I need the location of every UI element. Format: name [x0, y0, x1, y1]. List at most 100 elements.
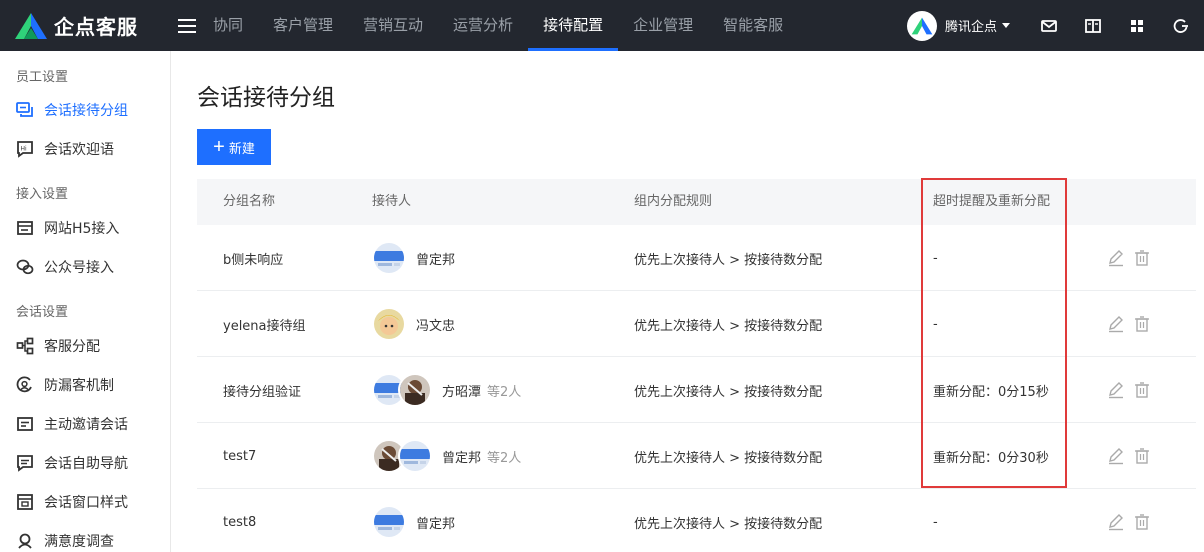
sidebar-item-label: 主动邀请会话: [44, 417, 128, 433]
top-navigation-bar: 企点客服 协同 客户管理 营销互动 运营分析 接待配置 企业管理 智能客服 腾讯…: [0, 0, 1204, 51]
table-row: test8 曾定邦 优先上次接待人 > 按接待数分配 -: [197, 489, 1196, 552]
delete-icon[interactable]: [1133, 513, 1151, 531]
sidebar-item-anti-leak[interactable]: 防漏客机制: [0, 367, 170, 403]
edit-icon[interactable]: [1107, 381, 1125, 399]
sidebar-item-label: 会话自助导航: [44, 456, 128, 472]
avatar-stack: [372, 307, 406, 341]
window-style-icon: [17, 494, 33, 510]
agent-avatar: [398, 439, 432, 473]
brand-name: 企点客服: [54, 15, 138, 39]
edit-icon[interactable]: [1107, 513, 1125, 531]
agent-more-count: 等2人: [487, 384, 522, 400]
new-group-button[interactable]: + 新建: [197, 129, 271, 165]
nav-item-customer-management[interactable]: 客户管理: [258, 0, 348, 51]
logout-icon[interactable]: [1172, 17, 1190, 35]
agent-cell: 曾定邦: [372, 489, 461, 552]
distribution-icon: [16, 337, 34, 355]
chevron-down-icon[interactable]: [1002, 23, 1010, 28]
column-header-agent: 接待人: [372, 194, 412, 209]
main-nav: 协同 客户管理 营销互动 运营分析 接待配置 企业管理 智能客服: [198, 0, 798, 51]
mail-icon[interactable]: [1040, 17, 1058, 35]
agent-avatar: [398, 373, 432, 407]
group-name: b侧未响应: [223, 252, 284, 268]
anti-leak-icon: [16, 376, 32, 393]
user-avatar[interactable]: [906, 10, 937, 41]
avatar-stack: [372, 241, 406, 275]
sidebar-item-survey[interactable]: 满意度调查: [0, 523, 170, 552]
book-icon[interactable]: [1084, 17, 1102, 35]
row-actions: [1107, 423, 1159, 489]
nav-item-marketing[interactable]: 营销互动: [348, 0, 438, 51]
chat-group-icon: [16, 102, 33, 117]
nav-item-collaboration[interactable]: 协同: [198, 0, 258, 51]
distribution-rule: 优先上次接待人 > 按接待数分配: [634, 450, 823, 466]
row-actions: [1107, 489, 1159, 552]
row-actions: [1107, 357, 1159, 423]
column-header-rule: 组内分配规则: [634, 194, 713, 209]
sidebar-item-welcome[interactable]: Hi 会话欢迎语: [0, 131, 170, 167]
sidebar-item-chat-group[interactable]: 会话接待分组: [0, 92, 170, 128]
survey-icon: [18, 533, 32, 549]
highlight-box: [921, 178, 1067, 488]
wechat-icon: [16, 259, 34, 275]
sidebar-item-self-nav[interactable]: 会话自助导航: [0, 445, 170, 481]
nav-item-smart-service[interactable]: 智能客服: [708, 0, 798, 51]
avatar-stack: [372, 373, 432, 407]
sidebar-group-staff: 员工设置: [16, 70, 69, 85]
column-header-group-name: 分组名称: [223, 194, 276, 209]
sidebar-item-label: 会话欢迎语: [44, 142, 114, 158]
sidebar-item-label: 客服分配: [44, 339, 100, 355]
agent-name: 方昭潭: [442, 384, 482, 400]
avatar-stack: [372, 505, 406, 539]
agent-cell: 冯文忠: [372, 291, 461, 357]
agent-more-count: 等2人: [487, 450, 522, 466]
delete-icon[interactable]: [1133, 315, 1151, 333]
plus-icon: +: [213, 136, 225, 158]
sidebar-item-website-h5[interactable]: 网站H5接入: [0, 210, 170, 246]
agent-avatar: [372, 241, 406, 275]
delete-icon[interactable]: [1133, 381, 1151, 399]
distribution-rule: 优先上次接待人 > 按接待数分配: [634, 318, 823, 334]
distribution-rule: 优先上次接待人 > 按接待数分配: [634, 252, 823, 268]
group-name: 接待分组验证: [223, 384, 302, 400]
group-name: yelena接待组: [223, 318, 306, 334]
svg-text:Hi: Hi: [21, 146, 28, 153]
sidebar-item-label: 防漏客机制: [44, 378, 114, 394]
sidebar-item-invite[interactable]: 主动邀请会话: [0, 406, 170, 442]
new-button-label: 新建: [228, 140, 255, 156]
sidebar-item-label: 会话接待分组: [44, 103, 128, 119]
agent-name: 曾定邦: [442, 450, 482, 466]
delete-icon[interactable]: [1133, 249, 1151, 267]
qidian-logo-icon: [15, 12, 47, 39]
hamburger-menu-icon[interactable]: [178, 18, 196, 33]
sidebar-group-access: 接入设置: [16, 187, 69, 202]
timeout-reassign: -: [933, 514, 938, 530]
nav-item-analytics[interactable]: 运营分析: [438, 0, 528, 51]
agent-cell: 曾定邦: [372, 225, 461, 291]
agent-cell: 方昭潭 等2人: [372, 357, 521, 423]
nav-item-enterprise[interactable]: 企业管理: [618, 0, 708, 51]
group-name: test7: [223, 448, 257, 464]
top-right-tools: 腾讯企点: [906, 0, 1204, 51]
group-name: test8: [223, 514, 257, 530]
edit-icon[interactable]: [1107, 315, 1125, 333]
agent-name: 曾定邦: [416, 516, 456, 532]
user-name[interactable]: 腾讯企点: [945, 16, 997, 35]
website-icon: [17, 221, 33, 235]
distribution-rule: 优先上次接待人 > 按接待数分配: [634, 384, 823, 400]
sidebar-group-session: 会话设置: [16, 305, 69, 320]
sidebar-item-official-account[interactable]: 公众号接入: [0, 249, 170, 285]
agent-name: 冯文忠: [416, 318, 456, 334]
edit-icon[interactable]: [1107, 249, 1125, 267]
avatar-stack: [372, 439, 432, 473]
sidebar-item-label: 网站H5接入: [44, 221, 120, 237]
apps-grid-icon[interactable]: [1128, 17, 1146, 35]
sidebar-item-distribution[interactable]: 客服分配: [0, 328, 170, 364]
edit-icon[interactable]: [1107, 447, 1125, 465]
brand-logo[interactable]: 企点客服: [14, 11, 174, 40]
delete-icon[interactable]: [1133, 447, 1151, 465]
distribution-rule: 优先上次接待人 > 按接待数分配: [634, 516, 823, 532]
qidian-logo-icon: [911, 17, 933, 34]
nav-item-reception-config[interactable]: 接待配置: [528, 0, 619, 51]
sidebar-item-window-style[interactable]: 会话窗口样式: [0, 484, 170, 520]
